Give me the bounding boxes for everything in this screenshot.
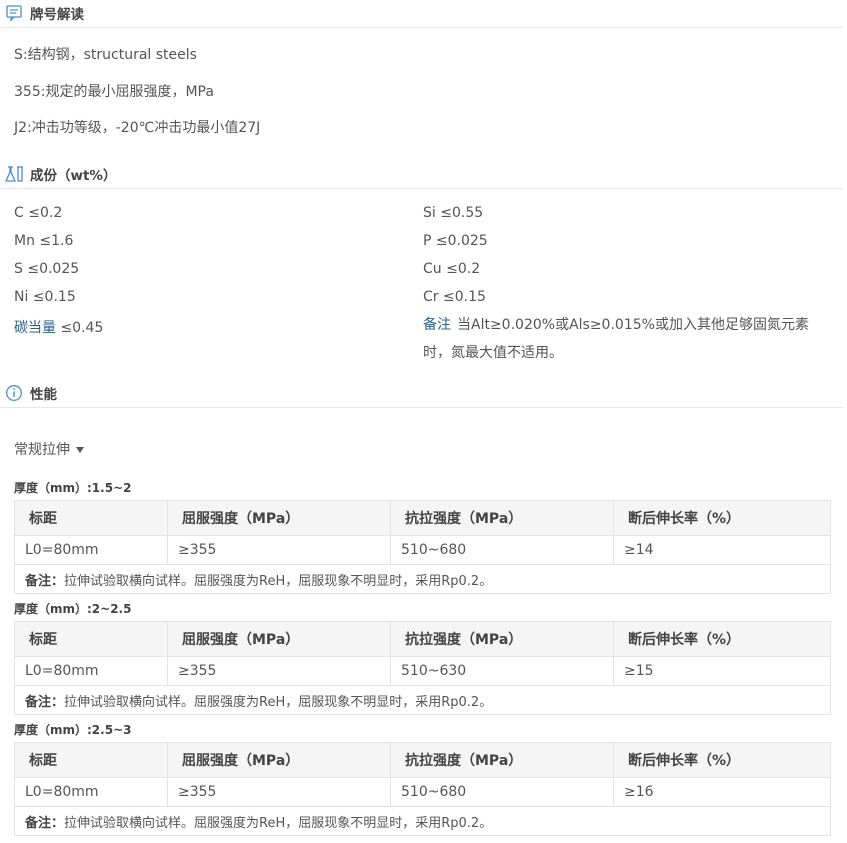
tensile-table: 标距 屈服强度（MPa） 抗拉强度（MPa） 断后伸长率（%） L0=80mm … [14,621,831,715]
tensile-table: 标距 屈服强度（MPa） 抗拉强度（MPa） 断后伸长率（%） L0=80mm … [14,500,831,594]
header-tensile-strength: 抗拉强度（MPa） [390,621,614,657]
remark-row: 备注：拉伸试验取横向试样。屈服强度为ReH，屈服现象不明显时，采用Rp0.2。 [14,806,831,836]
cell-tensile-strength: 510~680 [390,535,614,565]
remark-label: 备注： [25,815,65,831]
element-symbol: C [14,205,24,221]
composition-item: Ni ≤0.15 [14,289,76,305]
remark-label: 备注： [25,694,65,710]
element-value: ≤0.025 [435,233,488,249]
element-symbol: P [423,233,432,249]
remark-label: 备注： [25,573,65,589]
element-value: ≤1.6 [39,233,74,249]
remark-text: 拉伸试验取横向试样。屈服强度为ReH，屈服现象不明显时，采用Rp0.2。 [64,573,493,589]
composition-item: P ≤0.025 [423,233,488,249]
header-gauge-length: 标距 [14,621,168,657]
header-elongation: 断后伸长率（%） [613,621,831,657]
element-value: ≤0.55 [440,205,484,221]
element-symbol: Ni [14,289,29,305]
composition-note: 备注 当Alt≥0.020%或Als≥0.015%或加入其他足够固氮元素时，氮最大… [423,311,823,367]
header-yield-strength: 屈服强度（MPa） [167,621,391,657]
composition-item: Si ≤0.55 [423,205,483,221]
note-label: 备注 [423,317,451,333]
cell-yield-strength: ≥355 [167,656,391,686]
test-type-dropdown[interactable]: 常规拉伸 [14,439,84,459]
cell-elongation: ≥15 [613,656,831,686]
designation-line: J2:冲击功等级，-20℃冲击功最小值27J [14,120,261,136]
remark-text: 拉伸试验取横向试样。屈服强度为ReH，屈服现象不明显时，采用Rp0.2。 [64,815,493,831]
cell-elongation: ≥14 [613,535,831,565]
composition-item: Mn ≤1.6 [14,233,73,249]
composition-item: Cr ≤0.15 [423,289,486,305]
thickness-label: 厚度（mm）:1.5~2 [14,481,132,495]
section-title: 成份（wt%） [30,168,117,184]
section-header-composition: 成份（wt%） [0,161,843,189]
table-row: L0=80mm ≥355 510~680 ≥16 [14,777,831,807]
element-symbol: Cr [423,289,439,305]
header-gauge-length: 标距 [14,742,168,778]
section-header-designation: 牌号解读 [0,0,843,28]
header-yield-strength: 屈服强度（MPa） [167,742,391,778]
flask-icon [4,165,23,183]
element-symbol: Mn [14,233,35,249]
header-gauge-length: 标距 [14,500,168,536]
section-header-properties: 性能 [0,380,843,408]
element-symbol: Si [423,205,436,221]
section-title: 性能 [30,387,57,403]
cell-gauge-length: L0=80mm [14,656,168,686]
element-value: ≤0.45 [60,320,104,336]
thickness-label: 厚度（mm）:2.5~3 [14,723,132,737]
designation-line: 355:规定的最小屈服强度，MPa [14,84,214,100]
element-value: ≤0.15 [32,289,76,305]
cell-tensile-strength: 510~630 [390,656,614,686]
thickness-label: 厚度（mm）:2~2.5 [14,602,132,616]
element-value: ≤0.2 [446,261,481,277]
dropdown-label: 常规拉伸 [14,442,70,458]
section-title: 牌号解读 [30,7,84,23]
composition-item: Cu ≤0.2 [423,261,480,277]
remark-row: 备注：拉伸试验取横向试样。屈服强度为ReH，屈服现象不明显时，采用Rp0.2。 [14,564,831,594]
table-row: L0=80mm ≥355 510~680 ≥14 [14,535,831,565]
note-text: 当Alt≥0.020%或Als≥0.015%或加入其他足够固氮元素时，氮最大值不… [423,317,809,361]
composition-item: C ≤0.2 [14,205,62,221]
element-value: ≤0.2 [28,205,63,221]
header-tensile-strength: 抗拉强度（MPa） [390,500,614,536]
element-symbol: S [14,261,23,277]
designation-line: S:结构钢，structural steels [14,47,197,63]
header-elongation: 断后伸长率（%） [613,500,831,536]
cell-tensile-strength: 510~680 [390,777,614,807]
cell-yield-strength: ≥355 [167,535,391,565]
element-value: ≤0.025 [27,261,80,277]
remark-cell: 备注：拉伸试验取横向试样。屈服强度为ReH，屈服现象不明显时，采用Rp0.2。 [14,564,831,594]
composition-item: 碳当量 ≤0.45 [14,317,103,337]
tensile-table: 标距 屈服强度（MPa） 抗拉强度（MPa） 断后伸长率（%） L0=80mm … [14,742,831,836]
carbon-equivalent-label: 碳当量 [14,320,56,336]
element-value: ≤0.15 [442,289,486,305]
remark-row: 备注：拉伸试验取横向试样。屈服强度为ReH，屈服现象不明显时，采用Rp0.2。 [14,685,831,715]
cell-gauge-length: L0=80mm [14,535,168,565]
remark-cell: 备注：拉伸试验取横向试样。屈服强度为ReH，屈服现象不明显时，采用Rp0.2。 [14,685,831,715]
header-tensile-strength: 抗拉强度（MPa） [390,742,614,778]
element-symbol: Cu [423,261,442,277]
info-icon [5,384,23,402]
composition-item: S ≤0.025 [14,261,79,277]
cell-yield-strength: ≥355 [167,777,391,807]
table-row: L0=80mm ≥355 510~630 ≥15 [14,656,831,686]
cell-elongation: ≥16 [613,777,831,807]
remark-text: 拉伸试验取横向试样。屈服强度为ReH，屈服现象不明显时，采用Rp0.2。 [64,694,493,710]
cell-gauge-length: L0=80mm [14,777,168,807]
header-elongation: 断后伸长率（%） [613,742,831,778]
caret-down-icon [76,447,84,453]
remark-cell: 备注：拉伸试验取横向试样。屈服强度为ReH，屈服现象不明显时，采用Rp0.2。 [14,806,831,836]
message-icon [5,4,23,22]
header-yield-strength: 屈服强度（MPa） [167,500,391,536]
